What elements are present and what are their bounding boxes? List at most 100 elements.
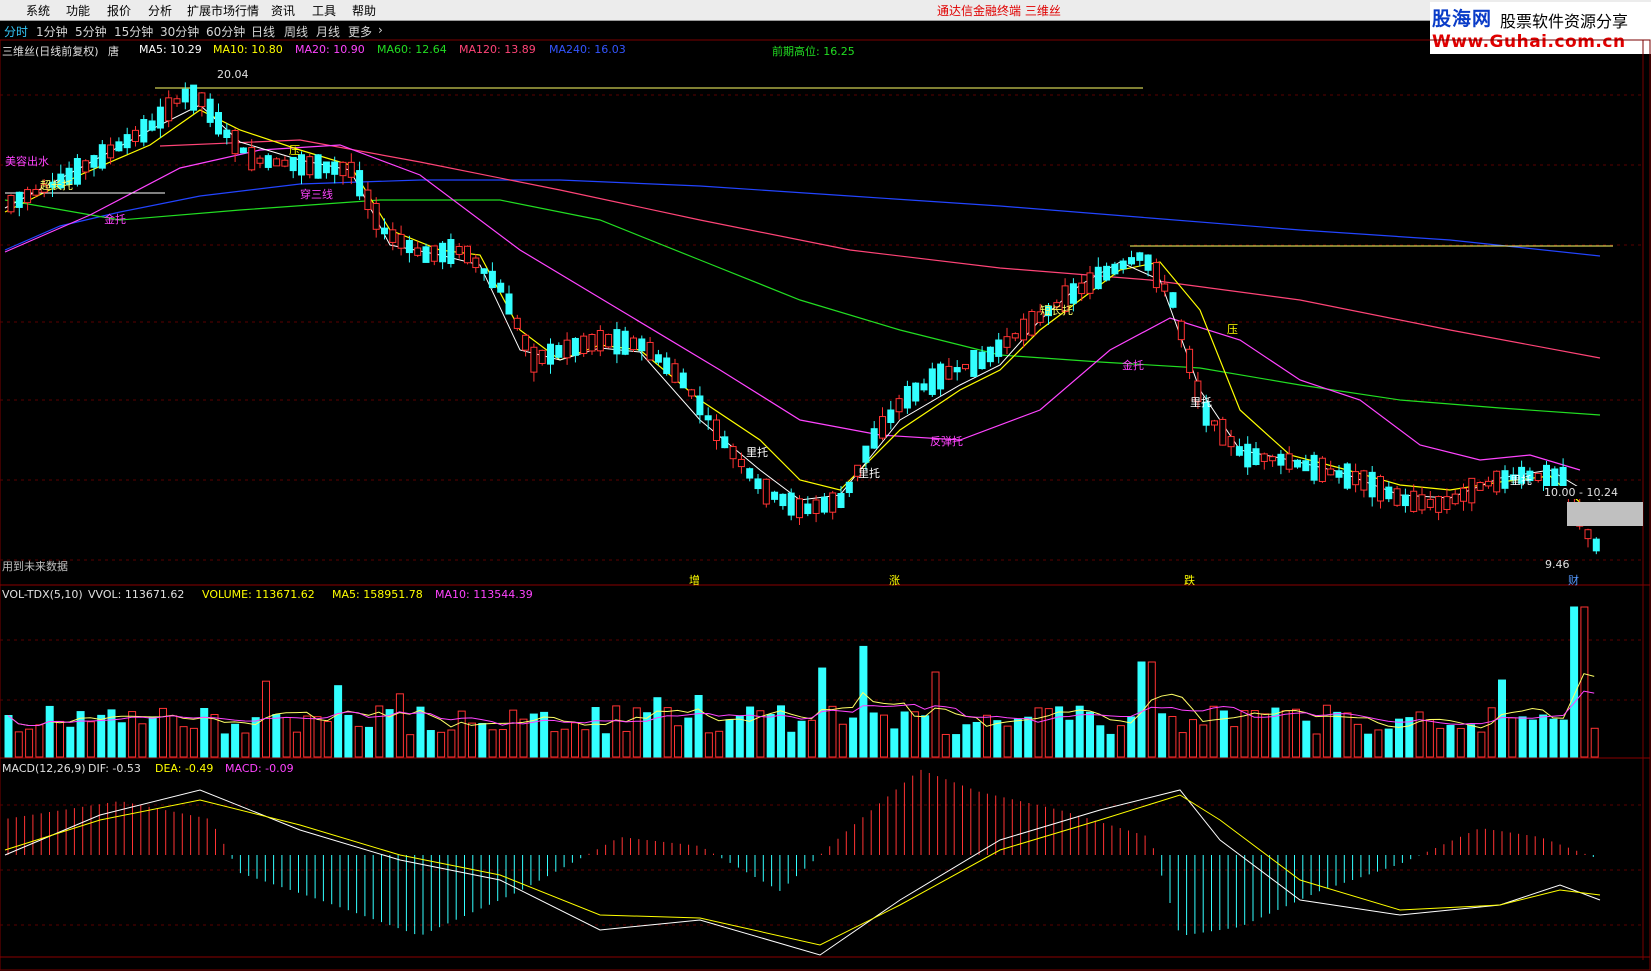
volume-bar — [478, 723, 487, 758]
volume-bar — [519, 718, 528, 758]
volume-bar — [1477, 731, 1486, 758]
volume-bar — [97, 714, 106, 758]
candle-body — [1152, 262, 1160, 289]
volume-bar — [426, 730, 435, 758]
candle-body — [1584, 529, 1592, 540]
annotation-label: 金托 — [104, 213, 126, 226]
candle-body — [15, 191, 23, 208]
candle-body — [630, 337, 637, 351]
volume-bar — [437, 731, 446, 758]
volume-bar — [540, 711, 549, 758]
volume-bar — [952, 734, 961, 758]
candle-body — [1385, 486, 1393, 500]
annotation-label: 金托 — [1122, 359, 1144, 372]
volume-bar — [86, 721, 95, 758]
volume-bar — [1549, 718, 1558, 758]
volume-bar — [859, 645, 868, 758]
candle-body — [713, 419, 720, 442]
volume-bar — [560, 728, 569, 758]
candle-body — [953, 367, 961, 373]
candle-body — [1011, 333, 1019, 339]
chart-canvas[interactable] — [0, 0, 1651, 971]
candle-body — [339, 161, 347, 177]
volume-bar — [612, 705, 621, 758]
candle-body — [522, 334, 530, 351]
candle-body — [1086, 272, 1094, 294]
candle-body — [173, 98, 181, 104]
candle-body — [1128, 257, 1135, 265]
volume-bar — [1456, 727, 1465, 758]
annotation-label: 超长托 — [40, 179, 73, 192]
annotation-label: 压 — [289, 144, 300, 157]
volume-bar — [972, 721, 981, 758]
candle-body — [364, 189, 372, 211]
candle-body — [887, 409, 895, 424]
volume-bar — [1292, 708, 1300, 758]
volume-bar — [581, 729, 590, 758]
dif-label: DIF: -0.53 — [88, 762, 141, 775]
candle-body — [688, 389, 696, 397]
volume-bar — [1281, 710, 1290, 758]
ma10-line — [4, 109, 1601, 521]
candle-body — [439, 242, 447, 263]
candle-body — [737, 458, 745, 468]
candle-body — [239, 147, 247, 154]
candle-body — [488, 270, 496, 288]
volume-bar — [1199, 724, 1208, 758]
candle-body — [198, 92, 206, 108]
volume-bar — [1209, 705, 1218, 758]
candle-body — [422, 246, 430, 263]
candle-body — [148, 120, 156, 131]
volume-bar — [1559, 719, 1568, 758]
macd-plot — [4, 769, 1601, 956]
ma120-line — [159, 139, 1601, 359]
volume-bar — [354, 725, 363, 758]
volume-bar — [14, 731, 23, 758]
candle-body — [1343, 463, 1351, 489]
volume-bar — [406, 734, 415, 758]
candle-body — [1493, 470, 1501, 493]
volume-bar — [344, 714, 353, 758]
future-data-note: 用到未来数据 — [2, 560, 68, 573]
candle-body — [256, 157, 264, 164]
candle-body — [1294, 459, 1301, 468]
candle-body — [746, 468, 754, 479]
candle-body — [472, 257, 480, 269]
volume-bar — [1446, 724, 1455, 758]
candle-body — [165, 97, 173, 122]
candle-body — [605, 333, 613, 348]
ma60-line — [4, 199, 1601, 416]
volume-bar — [725, 719, 734, 758]
candle-body — [621, 330, 629, 355]
candle-body — [754, 478, 762, 490]
candle-body — [1103, 265, 1111, 281]
volume-bar — [303, 715, 312, 758]
volume-bar — [210, 714, 219, 758]
volume-bar — [1467, 724, 1476, 758]
volume-bar — [1075, 705, 1084, 758]
volume-bar — [1240, 710, 1249, 758]
candle-body — [1352, 471, 1360, 486]
candle-body — [98, 144, 106, 169]
candle-body — [1227, 436, 1235, 448]
annotation-label: 里托 — [746, 446, 768, 459]
candle-body — [1069, 283, 1077, 304]
volume-bar — [1436, 727, 1445, 758]
candle-body — [530, 346, 538, 373]
volume-indicator-title: VOL-TDX(5,10) — [2, 588, 83, 601]
volume-bar — [674, 725, 682, 758]
candle-body — [447, 239, 455, 264]
volume-bar — [643, 712, 652, 758]
volume-bar — [416, 706, 425, 758]
candle-body — [829, 492, 837, 513]
candle-body — [215, 112, 222, 135]
volume-bar — [1302, 720, 1311, 758]
candle-body — [24, 189, 32, 204]
volume-bar — [1528, 719, 1537, 758]
volume-bar — [45, 705, 54, 758]
candle-body — [132, 129, 139, 143]
candle-body — [704, 415, 712, 421]
volume-bar — [241, 732, 250, 758]
candle-body — [347, 161, 355, 178]
volume-bar — [653, 697, 662, 758]
